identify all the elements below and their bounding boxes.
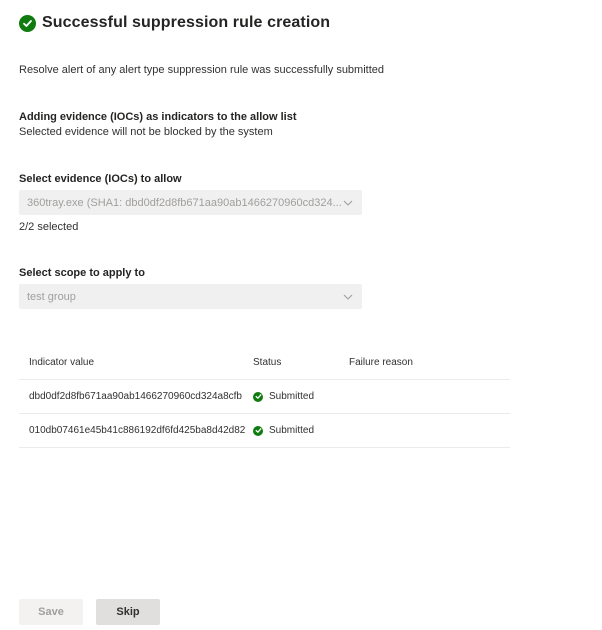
page-title: Successful suppression rule creation	[42, 14, 331, 31]
chevron-down-icon	[342, 293, 354, 301]
panel-header: Successful suppression rule creation	[19, 14, 330, 32]
indicator-value-cell: dbd0df2d8fb671aa90ab1466270960cd324a8cfb	[29, 391, 242, 402]
evidence-select-label: Select evidence (IOCs) to allow	[19, 173, 182, 185]
indicators-table: Indicator value Status Failure reason db…	[19, 346, 510, 448]
skip-button[interactable]: Skip	[96, 599, 160, 625]
status-text: Submitted	[269, 391, 315, 402]
table-row[interactable]: 010db07461e45b41c886192df6fd425ba8d42d82…	[19, 414, 510, 448]
suppression-rule-result-panel: Successful suppression rule creation Res…	[0, 0, 602, 630]
status-cell: Submitted	[253, 391, 349, 402]
evidence-dropdown[interactable]: 360tray.exe (SHA1: dbd0df2d8fb671aa90ab1…	[19, 190, 362, 215]
evidence-selected-count: 2/2 selected	[19, 221, 79, 233]
check-circle-icon	[253, 391, 263, 402]
status-text: Submitted	[269, 425, 315, 436]
scope-dropdown-value: test group	[27, 290, 76, 303]
check-circle-icon	[19, 14, 36, 32]
evidence-dropdown-value: 360tray.exe (SHA1: dbd0df2d8fb671aa90ab1…	[27, 196, 342, 209]
footer-actions: Save Skip	[19, 599, 160, 625]
column-header-indicator-value[interactable]: Indicator value	[19, 357, 253, 368]
allow-list-description: Selected evidence will not be blocked by…	[19, 126, 273, 138]
result-message: Resolve alert of any alert type suppress…	[19, 64, 385, 76]
scope-select-label: Select scope to apply to	[19, 267, 145, 279]
chevron-down-icon	[342, 199, 354, 207]
scope-dropdown[interactable]: test group	[19, 284, 362, 309]
column-header-status[interactable]: Status	[253, 357, 349, 368]
table-header-row: Indicator value Status Failure reason	[19, 346, 510, 380]
indicator-value-cell: 010db07461e45b41c886192df6fd425ba8d42d82	[29, 425, 246, 436]
status-cell: Submitted	[253, 425, 349, 436]
column-header-failure-reason[interactable]: Failure reason	[349, 357, 510, 368]
check-circle-icon	[253, 425, 263, 436]
table-row[interactable]: dbd0df2d8fb671aa90ab1466270960cd324a8cfb…	[19, 380, 510, 414]
save-button[interactable]: Save	[19, 599, 83, 625]
allow-list-heading: Adding evidence (IOCs) as indicators to …	[19, 111, 297, 123]
